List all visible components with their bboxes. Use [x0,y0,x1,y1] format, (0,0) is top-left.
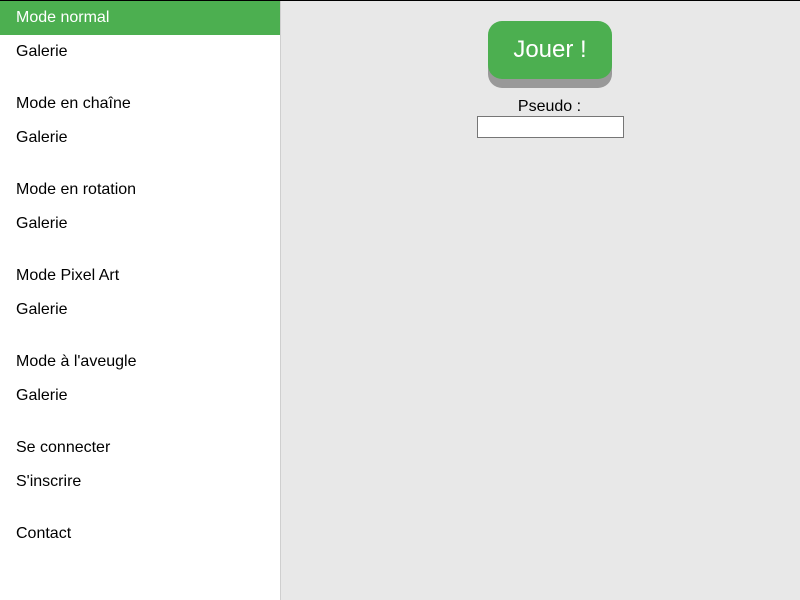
sidebar-item-se-connecter[interactable]: Se connecter [0,431,280,465]
sidebar-divider [0,499,280,517]
sidebar-item-galerie-pixel-art[interactable]: Galerie [0,293,280,327]
app-window: Mode normal Galerie Mode en chaîne Galer… [0,0,800,600]
sidebar-divider [0,327,280,345]
sidebar-item-mode-en-chaine[interactable]: Mode en chaîne [0,87,280,121]
sidebar-item-s-inscrire[interactable]: S'inscrire [0,465,280,499]
pseudo-label: Pseudo : [517,98,582,115]
sidebar-item-contact[interactable]: Contact [0,517,280,551]
sidebar-item-galerie-chaine[interactable]: Galerie [0,121,280,155]
play-button[interactable]: Jouer ! [488,21,612,79]
sidebar-item-mode-normal[interactable]: Mode normal [0,1,280,35]
sidebar-divider [0,155,280,173]
sidebar-divider [0,413,280,431]
sidebar-divider [0,69,280,87]
sidebar-item-galerie-normal[interactable]: Galerie [0,35,280,69]
sidebar: Mode normal Galerie Mode en chaîne Galer… [0,1,281,600]
pseudo-input[interactable] [477,116,624,138]
sidebar-item-mode-pixel-art[interactable]: Mode Pixel Art [0,259,280,293]
sidebar-item-mode-aveugle[interactable]: Mode à l'aveugle [0,345,280,379]
sidebar-item-mode-en-rotation[interactable]: Mode en rotation [0,173,280,207]
sidebar-divider [0,241,280,259]
sidebar-nav: Mode normal Galerie Mode en chaîne Galer… [0,1,280,551]
main-content: Jouer ! Pseudo : [281,1,800,600]
sidebar-item-galerie-aveugle[interactable]: Galerie [0,379,280,413]
sidebar-item-galerie-rotation[interactable]: Galerie [0,207,280,241]
